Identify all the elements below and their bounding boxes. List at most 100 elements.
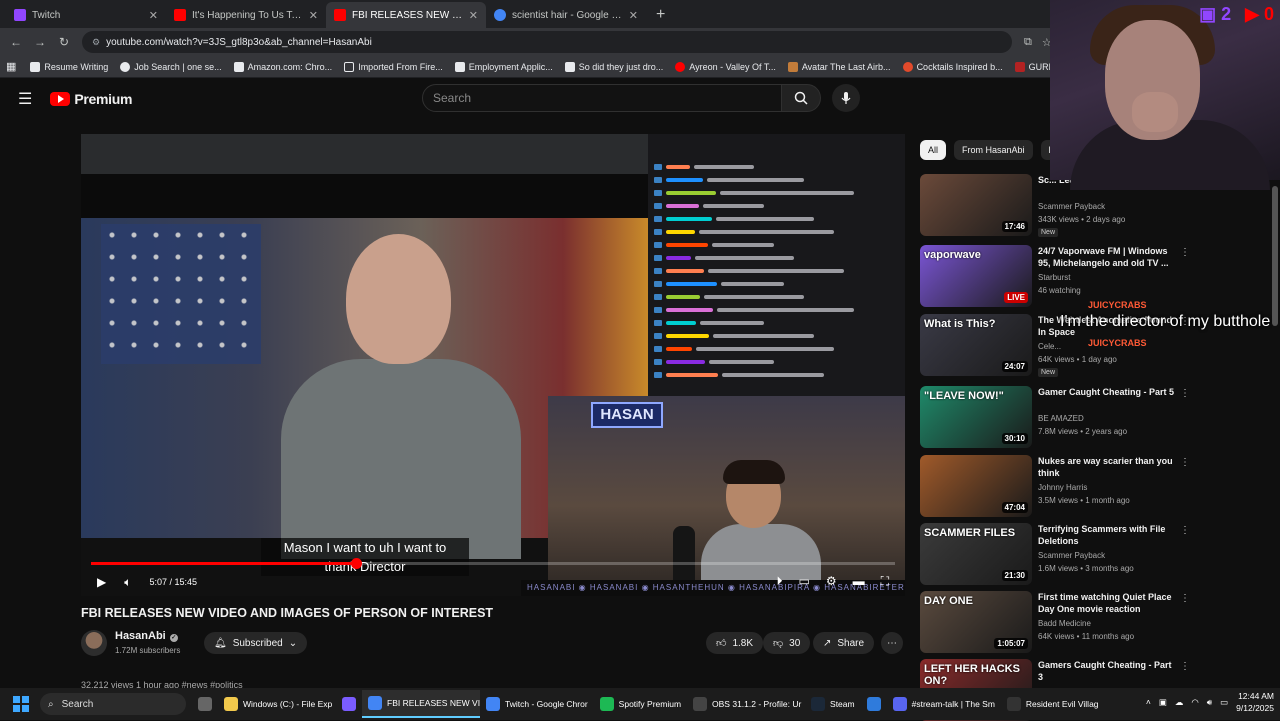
recommended-video[interactable]: "LEAVE NOW!" 30:10 Gamer Caught Cheating -…	[920, 386, 1270, 448]
more-options-icon[interactable]: ⋮	[1180, 661, 1190, 672]
reload-button[interactable]: ↻	[52, 35, 76, 49]
battery-icon[interactable]: ▭	[1220, 697, 1228, 708]
bookmark-label: Cocktails Inspired b...	[916, 61, 1003, 72]
more-options-icon[interactable]: ⋮	[1180, 593, 1190, 604]
apps-grid-icon[interactable]: ▦	[6, 60, 16, 73]
recommended-video[interactable]: vaporwave LIVE 24/7 Vaporwave FM | Windows…	[920, 245, 1270, 307]
task-view-icon[interactable]	[192, 690, 218, 718]
bookmark-item[interactable]: So did they just dro...	[564, 61, 663, 72]
close-tab-icon[interactable]: ✕	[469, 9, 478, 22]
close-tab-icon[interactable]: ✕	[629, 9, 638, 22]
bookmark-item[interactable]: Job Search | one se...	[120, 61, 222, 72]
youtube-premium-logo[interactable]: Premium	[50, 91, 132, 107]
more-options-icon[interactable]: ⋮	[1180, 525, 1190, 536]
bookmark-item[interactable]: Resume Writing	[30, 61, 108, 72]
back-button[interactable]: ←	[4, 35, 28, 49]
taskbar-app[interactable]	[861, 690, 887, 718]
taskbar-app[interactable]: Twitch - Google Chror	[480, 690, 594, 718]
more-options-icon[interactable]: ⋮	[1180, 247, 1190, 258]
settings-gear-icon[interactable]: ⚙	[826, 574, 837, 589]
close-tab-icon[interactable]: ✕	[309, 9, 318, 22]
bookmark-item[interactable]: Imported From Fire...	[344, 61, 443, 72]
windows-start-icon[interactable]	[10, 693, 32, 715]
taskbar-app[interactable]: Spotify Premium	[594, 690, 687, 718]
new-tab-button[interactable]: +	[646, 6, 675, 28]
taskbar-app[interactable]: OBS 31.1.2 - Profile: Ur	[687, 690, 805, 718]
bookmark-item[interactable]: Avatar The Last Airb...	[787, 61, 891, 72]
recommended-video[interactable]: 47:04 Nukes are way scarier than you thin…	[920, 455, 1270, 517]
taskbar-app[interactable]: FBI RELEASES NEW VI	[362, 690, 480, 718]
chip-all[interactable]: All	[920, 140, 947, 160]
chat-line	[654, 305, 899, 314]
search-input[interactable]: Search	[422, 84, 782, 112]
speaker-icon[interactable]: 🔊︎	[1207, 697, 1212, 708]
cloud-icon[interactable]: ☁	[1175, 697, 1184, 708]
browser-tab[interactable]: scientist hair - Google Search ✕	[486, 2, 646, 28]
video-player[interactable]: HASAN Mason I want to uh I want to thank…	[81, 134, 905, 596]
chat-name	[666, 346, 692, 351]
taskbar-app-label: Spotify Premium	[618, 699, 682, 709]
more-options-icon[interactable]: ⋮	[1180, 457, 1190, 468]
taskbar-app[interactable]: Resident Evil Villag	[1001, 690, 1105, 718]
share-button[interactable]: ↗ Share	[813, 632, 875, 654]
taskbar-app[interactable]: Steam	[805, 690, 861, 718]
autoplay-toggle[interactable]: ⏵	[776, 574, 782, 589]
video-thumbnail[interactable]: What is This? 24:07	[920, 314, 1032, 376]
site-info-icon[interactable]: ⚙	[92, 37, 100, 48]
taskbar-app[interactable]: #stream-talk | The Sm	[887, 690, 1001, 718]
video-thumbnail[interactable]: vaporwave LIVE	[920, 245, 1032, 307]
chat-name	[666, 320, 696, 325]
browser-tab-active[interactable]: FBI RELEASES NEW VIDEO AND ✕	[326, 2, 486, 28]
taskbar-app[interactable]	[336, 690, 362, 718]
channel-name[interactable]: HasanAbi ✓	[115, 630, 178, 642]
play-button[interactable]: ▶	[97, 575, 106, 589]
chat-badge	[654, 202, 662, 209]
menu-hamburger-icon[interactable]: ☰	[18, 89, 32, 109]
close-tab-icon[interactable]: ✕	[149, 9, 158, 22]
voice-search-button[interactable]	[832, 84, 860, 112]
clock[interactable]: 12:44 AM 9/12/2025	[1236, 690, 1274, 714]
tray-chevron-up-icon[interactable]: ˄	[1146, 697, 1151, 707]
like-button[interactable]: 👍︎ 1.8K	[706, 632, 764, 654]
more-options-icon[interactable]: ⋮	[1180, 388, 1190, 399]
captions-icon[interactable]: ▭	[798, 574, 809, 589]
bookmark-item[interactable]: Employment Applic...	[454, 61, 553, 72]
bookmark-item[interactable]: Cocktails Inspired b...	[902, 61, 1003, 72]
subscribe-button[interactable]: 🔔︎ Subscribed ⌄	[204, 632, 308, 654]
fullscreen-icon[interactable]: ⛶	[881, 574, 889, 589]
video-thumbnail[interactable]: "LEAVE NOW!" 30:10	[920, 386, 1032, 448]
video-thumbnail[interactable]: 47:04	[920, 455, 1032, 517]
theater-mode-icon[interactable]: ▬	[853, 574, 865, 589]
video-thumbnail[interactable]: SCAMMER FILES 21:30	[920, 523, 1032, 585]
taskbar-app[interactable]: Windows (C:) - File Exp	[218, 690, 336, 718]
video-thumbnail[interactable]: DAY ONE 1:05:07	[920, 591, 1032, 653]
player-controls: ▶ 🔈︎ 5:07 / 15:45 ⏵ ▭ ⚙ ▬ ⛶	[81, 568, 905, 596]
chip-from-channel[interactable]: From HasanAbi	[954, 140, 1033, 160]
channel-avatar[interactable]	[81, 630, 107, 656]
video-content-sign: HASAN	[591, 402, 663, 428]
recommended-video[interactable]: SCAMMER FILES 21:30 Terrifying Scammers wi…	[920, 523, 1270, 585]
logo-text: Premium	[74, 91, 133, 107]
browser-tab[interactable]: Twitch ✕	[6, 2, 166, 28]
more-actions-button[interactable]: ⋯	[881, 632, 903, 654]
video-progress-bar[interactable]	[91, 558, 895, 569]
search-button[interactable]	[781, 84, 821, 112]
volume-icon[interactable]: 🔈︎	[124, 575, 131, 590]
url-bar[interactable]: ⚙ youtube.com/watch?v=3JS_gtl8p3o&ab_cha…	[82, 31, 1012, 53]
bookmark-item[interactable]: Amazon.com: Chro...	[233, 61, 332, 72]
bell-icon: 🔔︎	[214, 637, 227, 649]
dislike-button[interactable]: 👎︎ 30	[763, 632, 811, 654]
video-duration: 17:46	[1001, 221, 1028, 232]
forward-button[interactable]: →	[28, 35, 52, 49]
taskbar-search[interactable]: ⌕ Search	[40, 693, 186, 715]
bookmark-item[interactable]: Ayreon - Valley Of T...	[675, 61, 776, 72]
video-thumbnail[interactable]: 17:46	[920, 174, 1032, 236]
wifi-icon[interactable]: ◠	[1191, 697, 1198, 708]
chat-name	[666, 359, 705, 364]
browser-tab[interactable]: It's Happening To Us Too - YouT ✕	[166, 2, 326, 28]
taskbar-app-icon	[866, 697, 881, 711]
install-app-icon[interactable]: ⧉	[1024, 36, 1032, 49]
tray-app-icon[interactable]: ▣	[1159, 697, 1167, 708]
recommended-video[interactable]: DAY ONE 1:05:07 First time watching Quiet …	[920, 591, 1270, 653]
recommended-meta: 46 watching	[1038, 286, 1081, 295]
